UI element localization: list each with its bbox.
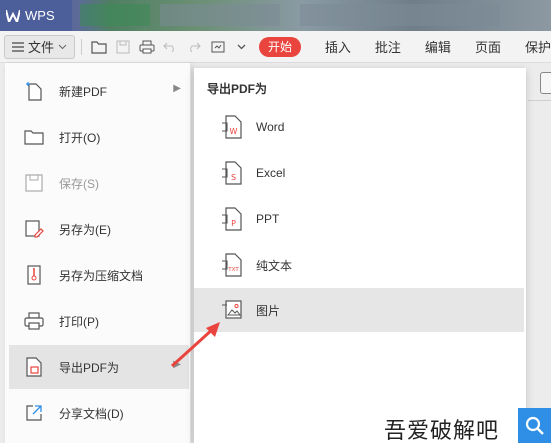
undo-icon[interactable] <box>159 35 183 59</box>
menu-item-save[interactable]: 保存(S) <box>9 161 189 205</box>
more-dropdown-icon[interactable] <box>230 35 254 59</box>
menu-item-label: 分享文档(D) <box>59 406 124 421</box>
tab-edit[interactable]: 编辑 <box>425 37 451 56</box>
wps-logo-icon <box>6 9 20 22</box>
tab-insert[interactable]: 插入 <box>325 37 351 56</box>
tab-protect[interactable]: 保护 <box>525 37 551 56</box>
export-pdf-submenu: 导出PDF为 W Word S Excel P PPT TXT 纯文本 图片 <box>194 68 526 443</box>
chevron-right-icon: ▶ <box>173 83 181 94</box>
export-pdf-icon <box>23 356 45 378</box>
compress-icon <box>23 264 45 286</box>
toolbar-separator <box>80 38 82 55</box>
annotation-arrow <box>170 322 220 368</box>
file-menu-button[interactable]: 文件 <box>4 34 75 59</box>
screenshot-tool-icon[interactable] <box>206 35 230 59</box>
background-divider <box>528 100 551 101</box>
blurred-region <box>160 4 280 26</box>
save-icon[interactable] <box>111 35 135 59</box>
toolbar: 文件 开始 插入 批注 编辑 页面 保护 <box>0 31 551 63</box>
menu-item-label: 导出PDF为 <box>59 360 120 375</box>
submenu-item-label: Excel <box>256 166 286 180</box>
menu-item-export-pdf[interactable]: 导出PDF为 ▶ <box>9 345 189 389</box>
folder-open-icon <box>23 126 45 148</box>
submenu-item-label: 图片 <box>256 303 281 318</box>
export-ppt-icon: P <box>220 205 244 233</box>
watermark-text: 吾爱破解吧 <box>384 419 500 443</box>
submenu-item-ppt[interactable]: P PPT <box>194 197 524 241</box>
open-folder-icon[interactable] <box>88 35 112 59</box>
submenu-item-label: PPT <box>256 212 280 226</box>
menu-item-label: 新建PDF <box>59 84 108 99</box>
submenu-item-word[interactable]: W Word <box>194 105 524 149</box>
tab-page[interactable]: 页面 <box>475 37 501 56</box>
print-icon <box>23 310 45 332</box>
menu-item-print[interactable]: 打印(P) <box>9 299 189 343</box>
menu-item-label: 另存为压缩文档 <box>59 268 144 283</box>
submenu-title: 导出PDF为 <box>207 82 268 96</box>
tab-comment[interactable]: 批注 <box>375 37 401 56</box>
menu-item-save-compressed[interactable]: 另存为压缩文档 <box>9 253 189 297</box>
chevron-down-icon <box>58 44 67 49</box>
save-icon <box>23 172 45 194</box>
redo-icon[interactable] <box>182 35 206 59</box>
submenu-item-image[interactable]: 图片 <box>194 288 524 332</box>
svg-text:W: W <box>230 127 238 136</box>
print-icon[interactable] <box>135 35 159 59</box>
background-control <box>540 72 551 94</box>
new-pdf-icon <box>23 80 45 102</box>
submenu-item-label: Word <box>256 120 285 134</box>
export-txt-icon: TXT <box>220 251 244 279</box>
menu-item-label: 保存(S) <box>59 176 99 191</box>
file-menu-label: 文件 <box>28 40 55 55</box>
wps-app-tab[interactable]: WPS <box>0 0 72 31</box>
menu-item-share[interactable]: 分享文档(D) <box>9 391 189 435</box>
share-icon <box>23 402 45 424</box>
hamburger-icon <box>12 41 24 52</box>
menu-item-save-as[interactable]: 另存为(E) <box>9 207 189 251</box>
submenu-item-label: 纯文本 <box>256 258 293 273</box>
svg-text:S: S <box>231 173 236 182</box>
svg-text:TXT: TXT <box>227 267 239 273</box>
search-icon[interactable] <box>518 408 551 443</box>
menu-item-label: 另存为(E) <box>59 222 111 237</box>
blurred-region <box>300 4 500 26</box>
menu-item-new-pdf[interactable]: 新建PDF ▶ <box>9 69 189 113</box>
menu-item-label: 打开(O) <box>59 130 101 145</box>
menu-item-open[interactable]: 打开(O) <box>9 115 189 159</box>
submenu-item-plain-text[interactable]: TXT 纯文本 <box>194 243 524 287</box>
export-word-icon: W <box>220 113 244 141</box>
export-excel-icon: S <box>220 159 244 187</box>
save-as-icon <box>23 218 45 240</box>
title-bar: WPS <box>0 0 551 31</box>
svg-text:P: P <box>231 219 236 228</box>
app-name: WPS <box>25 8 55 23</box>
tab-start[interactable]: 开始 <box>259 36 301 57</box>
menu-item-label: 打印(P) <box>59 314 99 329</box>
submenu-item-excel[interactable]: S Excel <box>194 151 524 195</box>
blurred-region <box>80 4 150 26</box>
file-menu: 新建PDF ▶ 打开(O) 保存(S) 另存为(E) 另存为压缩文档 打印(P) <box>5 63 191 443</box>
